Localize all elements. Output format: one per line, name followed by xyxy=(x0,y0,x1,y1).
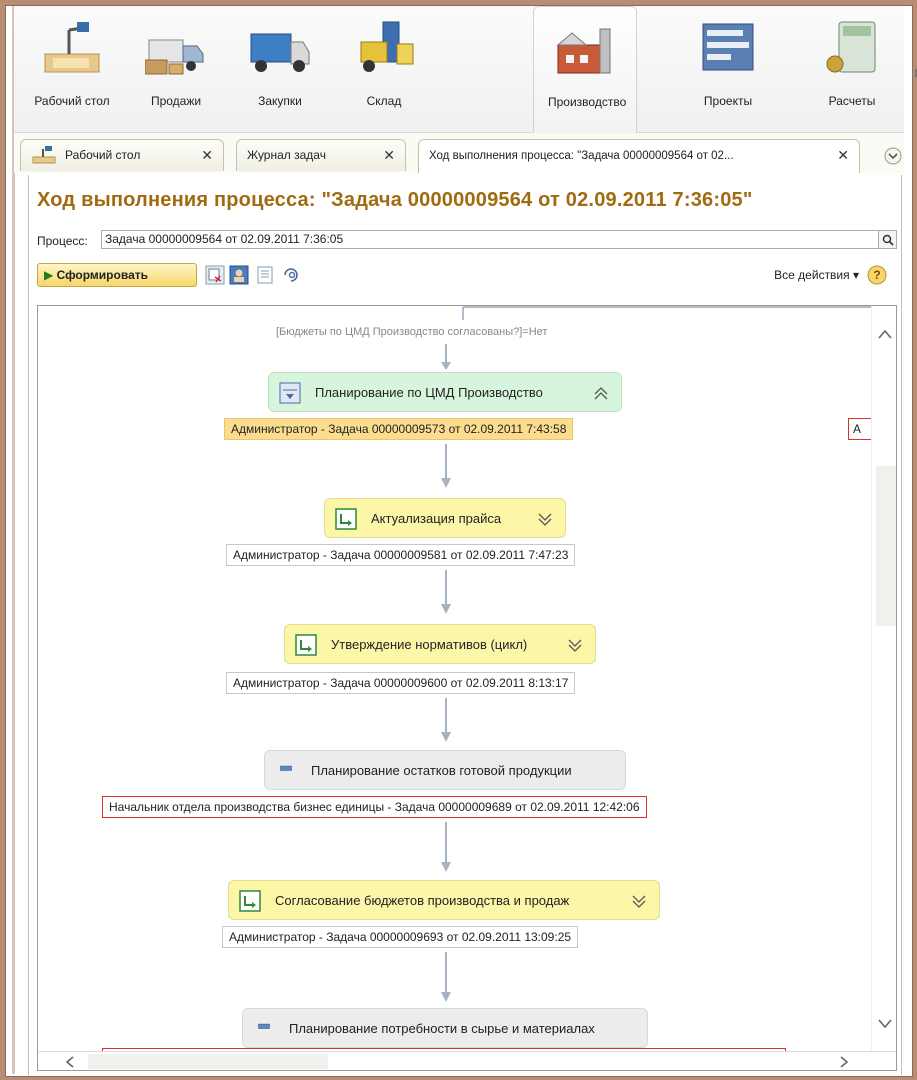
search-icon xyxy=(882,234,894,246)
step-name: Актуализация прайса xyxy=(371,511,502,526)
scroll-left-icon[interactable] xyxy=(64,1055,76,1069)
step-name: Согласование бюджетов производства и про… xyxy=(275,893,570,908)
generate-button[interactable]: ▶ Сформировать xyxy=(37,263,197,287)
cargo-truck-icon xyxy=(250,33,310,72)
section-label: Расчеты xyxy=(828,94,876,108)
task-record[interactable]: Администратор - Задача 00000009573 от 02… xyxy=(224,418,574,440)
factory-icon xyxy=(556,28,611,74)
scroll-down-icon[interactable] xyxy=(877,1018,893,1030)
condition-label: [Бюджеты по ЦМД Производство согласованы… xyxy=(276,326,548,338)
user-icon[interactable] xyxy=(229,265,249,285)
process-field[interactable]: Задача 00000009564 от 02.09.2011 7:36:05 xyxy=(101,230,879,249)
close-icon[interactable]: ✕ xyxy=(383,140,395,170)
task-step-icon xyxy=(335,508,357,530)
subprocess-icon xyxy=(279,382,301,404)
page-title: Ход выполнения процесса: "Задача 0000000… xyxy=(37,189,753,211)
section-purchases[interactable]: Закупки xyxy=(228,6,332,133)
flow-arrow xyxy=(441,952,451,1002)
vertical-scrollbar[interactable] xyxy=(871,306,896,1051)
document-list-icon[interactable] xyxy=(255,265,275,285)
collapse-icon[interactable] xyxy=(593,385,609,401)
connector-line xyxy=(462,306,871,320)
refresh-search-icon[interactable] xyxy=(281,265,301,285)
step-name: Планирование потребности в сырье и матер… xyxy=(289,1021,595,1036)
close-icon[interactable]: ✕ xyxy=(201,140,213,170)
svg-text:?: ? xyxy=(873,268,880,282)
operation-icon xyxy=(280,765,292,771)
flow-arrow xyxy=(441,344,451,370)
step-name: Утверждение нормативов (цикл) xyxy=(331,637,528,652)
section-projects[interactable]: Проекты xyxy=(676,6,780,133)
desk-lamp-icon xyxy=(32,146,56,164)
section-label: Склад xyxy=(366,94,402,108)
tabs-menu-icon[interactable] xyxy=(884,147,902,165)
process-label: Процесс: xyxy=(37,234,88,248)
calculator-icon xyxy=(826,21,876,73)
process-map-panel[interactable]: [Бюджеты по ЦМД Производство согласованы… xyxy=(37,305,897,1071)
process-step[interactable]: Актуализация прайса xyxy=(324,498,566,538)
task-step-icon xyxy=(239,890,261,912)
operation-icon xyxy=(258,1023,270,1029)
section-settlements[interactable]: Расчеты xyxy=(800,6,904,133)
close-icon[interactable]: ✕ xyxy=(837,140,849,170)
section-production[interactable]: Производство xyxy=(533,6,637,133)
task-record[interactable]: Администратор - Задача 00000009600 от 02… xyxy=(226,672,576,694)
section-label: Продажи xyxy=(150,94,202,108)
flow-arrow xyxy=(441,570,451,614)
tab-process-progress[interactable]: Ход выполнения процесса: "Задача 0000000… xyxy=(418,139,860,173)
section-sales[interactable]: Продажи xyxy=(124,6,228,133)
open-windows-tabs: Рабочий стол ✕ Журнал задач ✕ Ход выполн… xyxy=(14,133,904,173)
horizontal-scroll-thumb[interactable] xyxy=(88,1054,328,1069)
task-record[interactable]: Администратор - Задача 00000009581 от 02… xyxy=(226,544,576,566)
section-desktop[interactable]: Рабочий стол xyxy=(20,6,124,133)
process-step[interactable]: Согласование бюджетов производства и про… xyxy=(228,880,660,920)
tab-label: Рабочий стол xyxy=(65,148,141,162)
section-label: Производство xyxy=(548,95,627,109)
process-step[interactable]: Планирование остатков готовой продукции xyxy=(264,750,626,790)
scroll-up-icon[interactable] xyxy=(877,328,893,340)
task-record[interactable]: Начальник отдела производства бизнес еди… xyxy=(102,796,647,818)
section-label: Рабочий стол xyxy=(34,94,110,108)
delivery-truck-icon xyxy=(145,39,204,75)
forklift-icon xyxy=(360,21,414,72)
form-toolbar: ▶ Сформировать Все действия ▾ ? xyxy=(37,262,897,288)
task-record[interactable]: Администратор - Задача 00000009693 от 02… xyxy=(222,926,579,948)
play-icon: ▶ xyxy=(44,268,54,282)
help-icon[interactable]: ? xyxy=(867,265,887,285)
task-step-icon xyxy=(295,634,317,656)
process-progress-form: Ход выполнения процесса: "Задача 0000000… xyxy=(28,175,902,1075)
scroll-right-icon[interactable] xyxy=(838,1055,850,1069)
tab-label: Журнал задач xyxy=(247,148,326,162)
expand-icon[interactable] xyxy=(631,893,647,909)
section-label: Проекты xyxy=(703,94,753,108)
desk-lamp-icon xyxy=(44,22,100,73)
flow-arrow xyxy=(441,698,451,742)
tab-label: Ход выполнения процесса: "Задача 0000000… xyxy=(429,150,734,162)
tab-desktop[interactable]: Рабочий стол ✕ xyxy=(20,139,224,171)
flow-arrow xyxy=(441,822,451,872)
vertical-scroll-thumb[interactable] xyxy=(876,466,896,626)
section-label: Закупки xyxy=(258,94,302,108)
horizontal-scrollbar[interactable] xyxy=(38,1051,896,1070)
step-name: Планирование по ЦМД Производство xyxy=(315,385,543,400)
process-select-button[interactable] xyxy=(879,230,897,249)
report-settings-icon[interactable] xyxy=(205,265,225,285)
process-step[interactable]: Планирование по ЦМД Производство xyxy=(268,372,622,412)
process-step[interactable]: Утверждение нормативов (цикл) xyxy=(284,624,596,664)
expand-icon[interactable] xyxy=(537,511,553,527)
section-warehouse[interactable]: Склад xyxy=(332,6,436,133)
expand-icon[interactable] xyxy=(567,637,583,653)
tab-task-journal[interactable]: Журнал задач ✕ xyxy=(236,139,406,171)
gantt-chart-icon xyxy=(702,23,754,71)
all-actions-menu[interactable]: Все действия ▾ xyxy=(774,268,859,282)
flow-arrow xyxy=(441,444,451,488)
process-step[interactable]: Планирование потребности в сырье и матер… xyxy=(242,1008,648,1048)
generate-label: Сформировать xyxy=(56,268,148,282)
sections-panel: Рабочий стол Продажи Закупки Склад Произ… xyxy=(14,6,917,133)
step-name: Планирование остатков готовой продукции xyxy=(311,763,572,778)
